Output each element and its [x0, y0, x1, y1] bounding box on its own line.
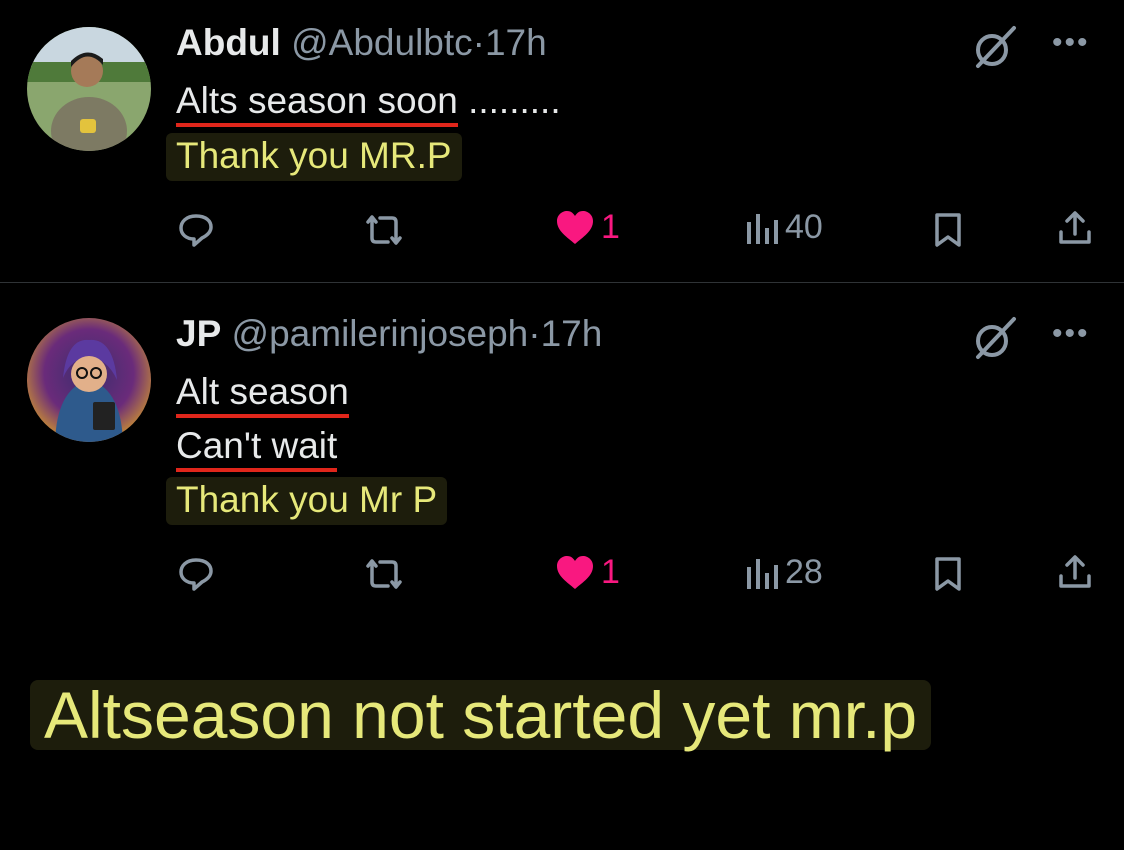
tweet-text-line: Alt season	[176, 371, 349, 418]
tweet-header: Abdul @Abdulbtc·17h	[176, 22, 547, 64]
like-button[interactable]: 1	[555, 553, 620, 592]
like-icon	[557, 555, 593, 589]
view-count: 40	[785, 208, 823, 246]
separator-dot: ·	[472, 22, 485, 63]
views-icon	[747, 558, 778, 589]
grok-icon[interactable]	[970, 24, 1018, 72]
underlined-text: Can't wait	[176, 425, 338, 472]
tweet-jp[interactable]: JP @pamilerinjoseph·17h Alt season Can't…	[0, 283, 1124, 623]
ellipsis-text: .........	[457, 80, 561, 121]
like-icon	[557, 210, 593, 244]
retweet-icon[interactable]	[362, 558, 406, 590]
display-name[interactable]: JP	[176, 313, 221, 354]
highlighted-text: Thank you Mr P	[166, 477, 448, 525]
share-icon[interactable]	[1057, 210, 1093, 246]
share-icon[interactable]	[1057, 554, 1093, 590]
like-button[interactable]: 1	[555, 208, 620, 247]
reply-icon[interactable]	[178, 557, 214, 591]
like-count: 1	[601, 208, 620, 246]
tweet-abdul[interactable]: Abdul @Abdulbtc·17h Alts season soon ...…	[0, 0, 1124, 283]
retweet-icon[interactable]	[362, 214, 406, 246]
more-icon[interactable]: •••	[1052, 26, 1090, 60]
views-button[interactable]: 28	[745, 553, 823, 592]
avatar[interactable]	[27, 318, 151, 442]
highlighted-text: Thank you MR.P	[166, 133, 462, 181]
bookmark-icon[interactable]	[933, 212, 963, 248]
reply-icon[interactable]	[178, 213, 214, 247]
user-handle[interactable]: @pamilerinjoseph	[232, 313, 529, 354]
like-count: 1	[601, 553, 620, 591]
caption-text: Altseason not started yet mr.p	[30, 680, 932, 750]
user-handle[interactable]: @Abdulbtc	[291, 22, 473, 63]
more-icon[interactable]: •••	[1052, 317, 1090, 351]
tweet-header: JP @pamilerinjoseph·17h	[176, 313, 602, 355]
view-count: 28	[785, 553, 823, 591]
views-icon	[747, 213, 778, 244]
tweet-text-line: Can't wait	[176, 425, 338, 472]
underlined-text: Alt season	[176, 371, 349, 418]
avatar[interactable]	[27, 27, 151, 151]
timestamp[interactable]: 17h	[541, 313, 603, 354]
timestamp[interactable]: 17h	[485, 22, 547, 63]
separator-dot: ·	[528, 313, 541, 354]
underlined-text: Alts season soon	[176, 80, 458, 127]
views-button[interactable]: 40	[745, 208, 823, 247]
bookmark-icon[interactable]	[933, 556, 963, 592]
grok-icon[interactable]	[970, 315, 1018, 363]
tweet-text-line: Alts season soon .........	[176, 80, 561, 127]
display-name[interactable]: Abdul	[176, 22, 281, 63]
